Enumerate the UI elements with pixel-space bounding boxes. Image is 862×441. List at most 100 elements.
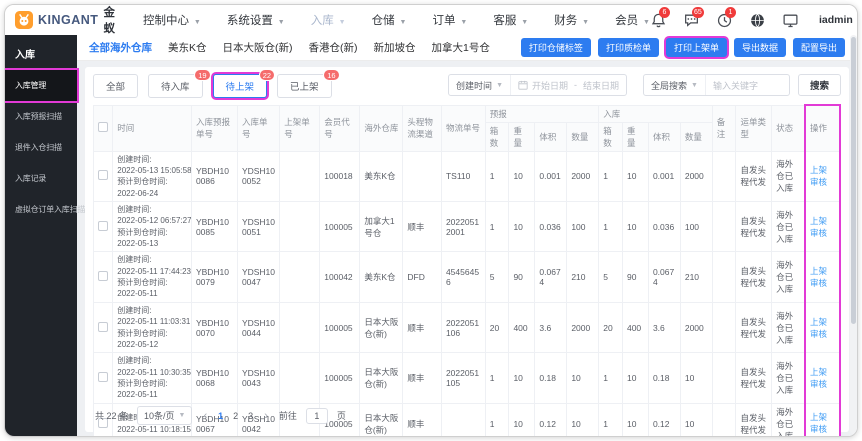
- chevron-down-icon: ▼: [191, 19, 201, 26]
- date-range-picker[interactable]: 开始日期 - 结束日期: [510, 75, 626, 95]
- monitor-icon[interactable]: [782, 12, 799, 29]
- chevron-down-icon: ▼: [519, 19, 529, 26]
- count-badge: 19: [194, 69, 211, 81]
- search-button[interactable]: 搜索: [797, 74, 841, 96]
- next-page-button[interactable]: ›: [262, 410, 270, 422]
- menu-item-4[interactable]: 仓储 ▼: [372, 12, 407, 28]
- toolbar-button-5[interactable]: 配置导出: [792, 38, 845, 57]
- menu-item-1[interactable]: 控制中心 ▼: [143, 12, 201, 28]
- row-checkbox[interactable]: [98, 371, 108, 382]
- putaway-review-link[interactable]: 上架审核: [810, 367, 827, 389]
- filter-tab-4[interactable]: 已上架 16: [277, 69, 340, 98]
- navbar: KINGANT 金蚁 控制中心 ▼ 系统设置 ▼ 入库 ▼ 仓储 ▼ 订单 ▼ 客服 ▼ 财…: [5, 5, 857, 35]
- count-badge: 22: [258, 69, 276, 81]
- putaway-review-link[interactable]: 上架审核: [810, 266, 827, 288]
- cell-remark: [711, 301, 737, 354]
- menu-item-2[interactable]: 系统设置 ▼: [227, 12, 285, 28]
- chevron-down-icon: ▼: [691, 81, 698, 89]
- time-field-select[interactable]: 创建时间 ▼: [449, 75, 510, 95]
- row-checkbox[interactable]: [98, 220, 108, 231]
- clock-icon[interactable]: 1: [716, 6, 736, 29]
- cell-inbound-no: YDSH100052: [236, 150, 281, 202]
- menu-item-3[interactable]: 入库 ▼: [311, 12, 346, 28]
- cell-forecast-3: 0.001: [534, 150, 568, 202]
- cell-channel: [402, 150, 442, 202]
- warehouse-tab-1[interactable]: 全部海外仓库: [89, 40, 152, 55]
- chat-icon[interactable]: 65: [683, 6, 704, 29]
- scrollbar-thumb[interactable]: [851, 37, 856, 325]
- menu-item-8[interactable]: 会员 ▼: [615, 12, 650, 28]
- prev-page-button[interactable]: ‹: [201, 410, 209, 422]
- brand-name: KINGANT: [38, 13, 99, 27]
- page-number-2[interactable]: 2: [233, 411, 238, 421]
- row-checkbox[interactable]: [98, 170, 108, 181]
- sidebar-item-3[interactable]: 退件入仓扫描: [5, 132, 77, 163]
- chevron-down-icon: ▼: [458, 19, 468, 26]
- chevron-down-icon: ▼: [580, 19, 590, 26]
- cell-warehouse: 美东K仓: [359, 251, 404, 303]
- bell-icon[interactable]: 6: [650, 6, 670, 29]
- sidebar-item-4[interactable]: 入库记录: [5, 163, 77, 194]
- putaway-review-link[interactable]: 上架审核: [810, 317, 827, 339]
- toolbar-button-4[interactable]: 导出数据: [733, 38, 786, 57]
- warehouse-tab-6[interactable]: 加拿大1号仓: [432, 40, 490, 55]
- brand[interactable]: KINGANT 金蚁: [15, 5, 115, 36]
- col-header-4: 上架单号: [279, 104, 321, 152]
- cell-status: 海外仓已入库: [771, 301, 806, 354]
- warehouse-tab-5[interactable]: 新加坡仓: [374, 40, 416, 55]
- navbar-right: 6 65 1 iadmin: [650, 6, 853, 29]
- user-name[interactable]: iadmin: [819, 14, 853, 26]
- time-line: 2022-05-13 15:05:58: [117, 165, 192, 175]
- filter-tab-label: 已上架: [290, 82, 319, 93]
- warehouse-tab-4[interactable]: 香港仓(新): [309, 40, 358, 55]
- total-count: 共 22 条: [95, 411, 129, 421]
- filter-tab-1[interactable]: 全部: [93, 74, 139, 98]
- menu-item-6[interactable]: 客服 ▼: [493, 12, 528, 28]
- cell-forecast-1: 1: [484, 352, 510, 404]
- page-number-1[interactable]: 1: [218, 411, 223, 421]
- putaway-review-link[interactable]: 上架审核: [810, 165, 827, 187]
- search-scope-select[interactable]: 全局搜索 ▼: [644, 75, 705, 95]
- cell-forecast-1: 5: [484, 251, 510, 303]
- date-start-placeholder: 开始日期: [532, 80, 569, 91]
- cell-shelf-no: [279, 200, 321, 253]
- row-checkbox[interactable]: [98, 271, 108, 282]
- row-checkbox[interactable]: [98, 321, 108, 332]
- toolbar-button-1[interactable]: 打印仓储标签: [520, 38, 591, 57]
- menu-item-7[interactable]: 财务 ▼: [554, 12, 589, 28]
- vertical-scrollbar[interactable]: [850, 35, 857, 434]
- putaway-review-link[interactable]: 上架审核: [810, 216, 827, 238]
- menu-item-5[interactable]: 订单 ▼: [432, 12, 467, 28]
- filter-tab-2[interactable]: 待入库 19: [148, 69, 211, 98]
- filter-tab-3[interactable]: 待上架 22: [212, 69, 276, 98]
- page-number-3[interactable]: 3: [248, 411, 253, 421]
- select-all-checkbox[interactable]: [98, 122, 108, 132]
- sidebar-item-1[interactable]: 入库管理: [5, 70, 77, 101]
- sidebar-item-5[interactable]: 虚拟仓订单入库扫描: [5, 194, 85, 225]
- cell-time: 创建时间: 2022-05-11 10:30:35 预计到仓时间: 2022-05-1…: [112, 352, 192, 404]
- table-row: 创建时间: 2022-05-11 11:03:31 预计到仓时间: 2022-05-1…: [92, 301, 842, 354]
- time-line: 创建时间:: [117, 305, 152, 315]
- globe-icon[interactable]: [749, 12, 766, 29]
- warehouse-tab-row: 全部海外仓库 美东K仓 日本大阪仓(新) 香港仓(新) 新加坡仓 加拿大1号仓 打印仓储标…: [77, 35, 857, 61]
- row-select-cell: [92, 352, 114, 404]
- warehouse-tab-2[interactable]: 美东K仓: [168, 40, 207, 55]
- keyword-input[interactable]: 输入关键字: [704, 75, 789, 95]
- sidebar-item-2[interactable]: 入库预报扫描: [5, 101, 77, 132]
- chevron-down-icon: ▼: [496, 81, 503, 89]
- page-size-select[interactable]: 10条/页 ▼: [137, 406, 193, 425]
- toolbar-button-3[interactable]: 打印上架单: [665, 38, 727, 57]
- toolbar-button-2[interactable]: 打印质检单: [597, 38, 659, 57]
- col-header-5: 会员代号: [319, 104, 361, 152]
- cell-tracking: 20220512001: [440, 200, 486, 253]
- time-field-value: 创建时间: [456, 80, 493, 91]
- goto-page-input[interactable]: 1: [305, 407, 328, 424]
- cell-inbound-no: YDSH100043: [236, 352, 281, 404]
- cell-forecast-no: YBDH100068: [190, 352, 238, 404]
- cell-tracking: 2022051106: [440, 301, 486, 354]
- cell-action: 上架审核: [803, 301, 842, 354]
- goto-suffix: 页: [336, 411, 346, 421]
- warehouse-tab-3[interactable]: 日本大阪仓(新): [223, 40, 293, 55]
- pagination: 共 22 条 10条/页 ▼ ‹ 123 › 前往 1 页: [93, 399, 841, 427]
- cell-time: 创建时间: 2022-05-12 06:57:27 预计到仓时间: 2022-05-1…: [112, 200, 192, 253]
